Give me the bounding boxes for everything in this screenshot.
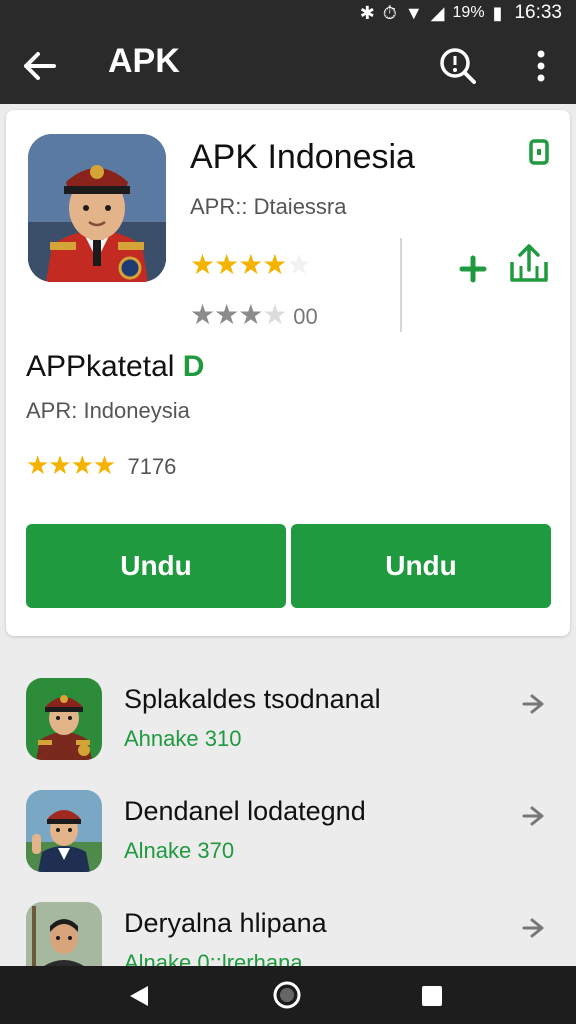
officer-avatar-icon [26, 678, 102, 760]
download-button-1[interactable]: Undu [26, 524, 286, 608]
more-options-icon[interactable] [526, 44, 556, 88]
signal-icon: ◢ [430, 2, 445, 23]
nav-home-icon[interactable] [272, 980, 302, 1010]
clock: 16:33 [514, 2, 562, 23]
system-navigation-bar [0, 966, 576, 1024]
wifi-icon: ▼ [404, 2, 423, 23]
status-icons: ✱ ⏱ ▼ ◢ 19% ▮ 16:33 [360, 2, 562, 24]
back-arrow-icon[interactable] [18, 46, 62, 86]
section-rating: ★★★★ 7176 [26, 450, 176, 481]
star-icon: ★★★★ [190, 249, 287, 280]
featured-app-card: APK Indonesia APR:: Dtaiessra ★★★★★ ★★★★… [6, 110, 570, 636]
page-title: APK [108, 42, 180, 80]
section-subtitle: APR: Indoneysia [26, 398, 190, 423]
search-icon[interactable] [436, 44, 480, 88]
battery-percent: 19% [452, 4, 485, 21]
list-item-subtitle: Ahnake 310 [124, 726, 242, 751]
list-item[interactable]: Splakaldes tsodnanal Ahnake 310 [0, 678, 576, 786]
chevron-right-icon[interactable] [518, 800, 550, 832]
share-icon[interactable] [506, 240, 552, 286]
chevron-right-icon[interactable] [518, 912, 550, 944]
alarm-icon: ⏱ [382, 2, 397, 23]
app-bar: APK [0, 28, 576, 104]
notification-icon: ✱ [359, 2, 375, 23]
device-icon[interactable] [528, 138, 550, 166]
download-button-2[interactable]: Undu [291, 524, 551, 608]
rating-stars-primary: ★★★★★ [190, 248, 312, 281]
section-title-accent: D [182, 350, 205, 383]
rating-stars-secondary: ★★★★ 00 [190, 298, 318, 331]
section-title-text: APPkatetal [26, 350, 175, 383]
officer-avatar-icon [26, 790, 102, 872]
list-item-subtitle: Alnake 370 [124, 838, 235, 863]
rating-count: 7176 [127, 454, 177, 479]
list-item[interactable]: Dendanel lodategnd Alnake 370 [0, 790, 576, 898]
nav-recent-apps-icon[interactable] [420, 984, 444, 1008]
app-publisher: APR:: Dtaiessra [190, 194, 347, 219]
rating-secondary-label: 00 [293, 304, 318, 329]
chevron-right-icon[interactable] [518, 688, 550, 720]
nav-back-icon[interactable] [126, 982, 152, 1010]
app-name: APK Indonesia [190, 138, 415, 176]
star-empty-icon: ★ [286, 249, 311, 280]
officer-avatar-icon [28, 134, 166, 282]
star-empty-icon: ★ [262, 299, 287, 330]
list-app-icon [26, 678, 102, 760]
list-item-title: Dendanel lodategnd [124, 796, 366, 826]
battery-icon: ▮ [492, 2, 503, 23]
star-icon: ★★★ [190, 299, 263, 330]
star-icon: ★★★★ [26, 450, 116, 480]
list-item-title: Deryalna hlipana [124, 908, 327, 938]
vertical-divider [400, 238, 402, 332]
app-icon[interactable] [28, 134, 166, 282]
section-title: APPkatetal D [26, 350, 204, 384]
add-icon[interactable] [458, 254, 488, 284]
status-bar: ✱ ⏱ ▼ ◢ 19% ▮ 16:33 [0, 0, 576, 28]
list-item-title: Splakaldes tsodnanal [124, 684, 381, 714]
list-app-icon [26, 790, 102, 872]
